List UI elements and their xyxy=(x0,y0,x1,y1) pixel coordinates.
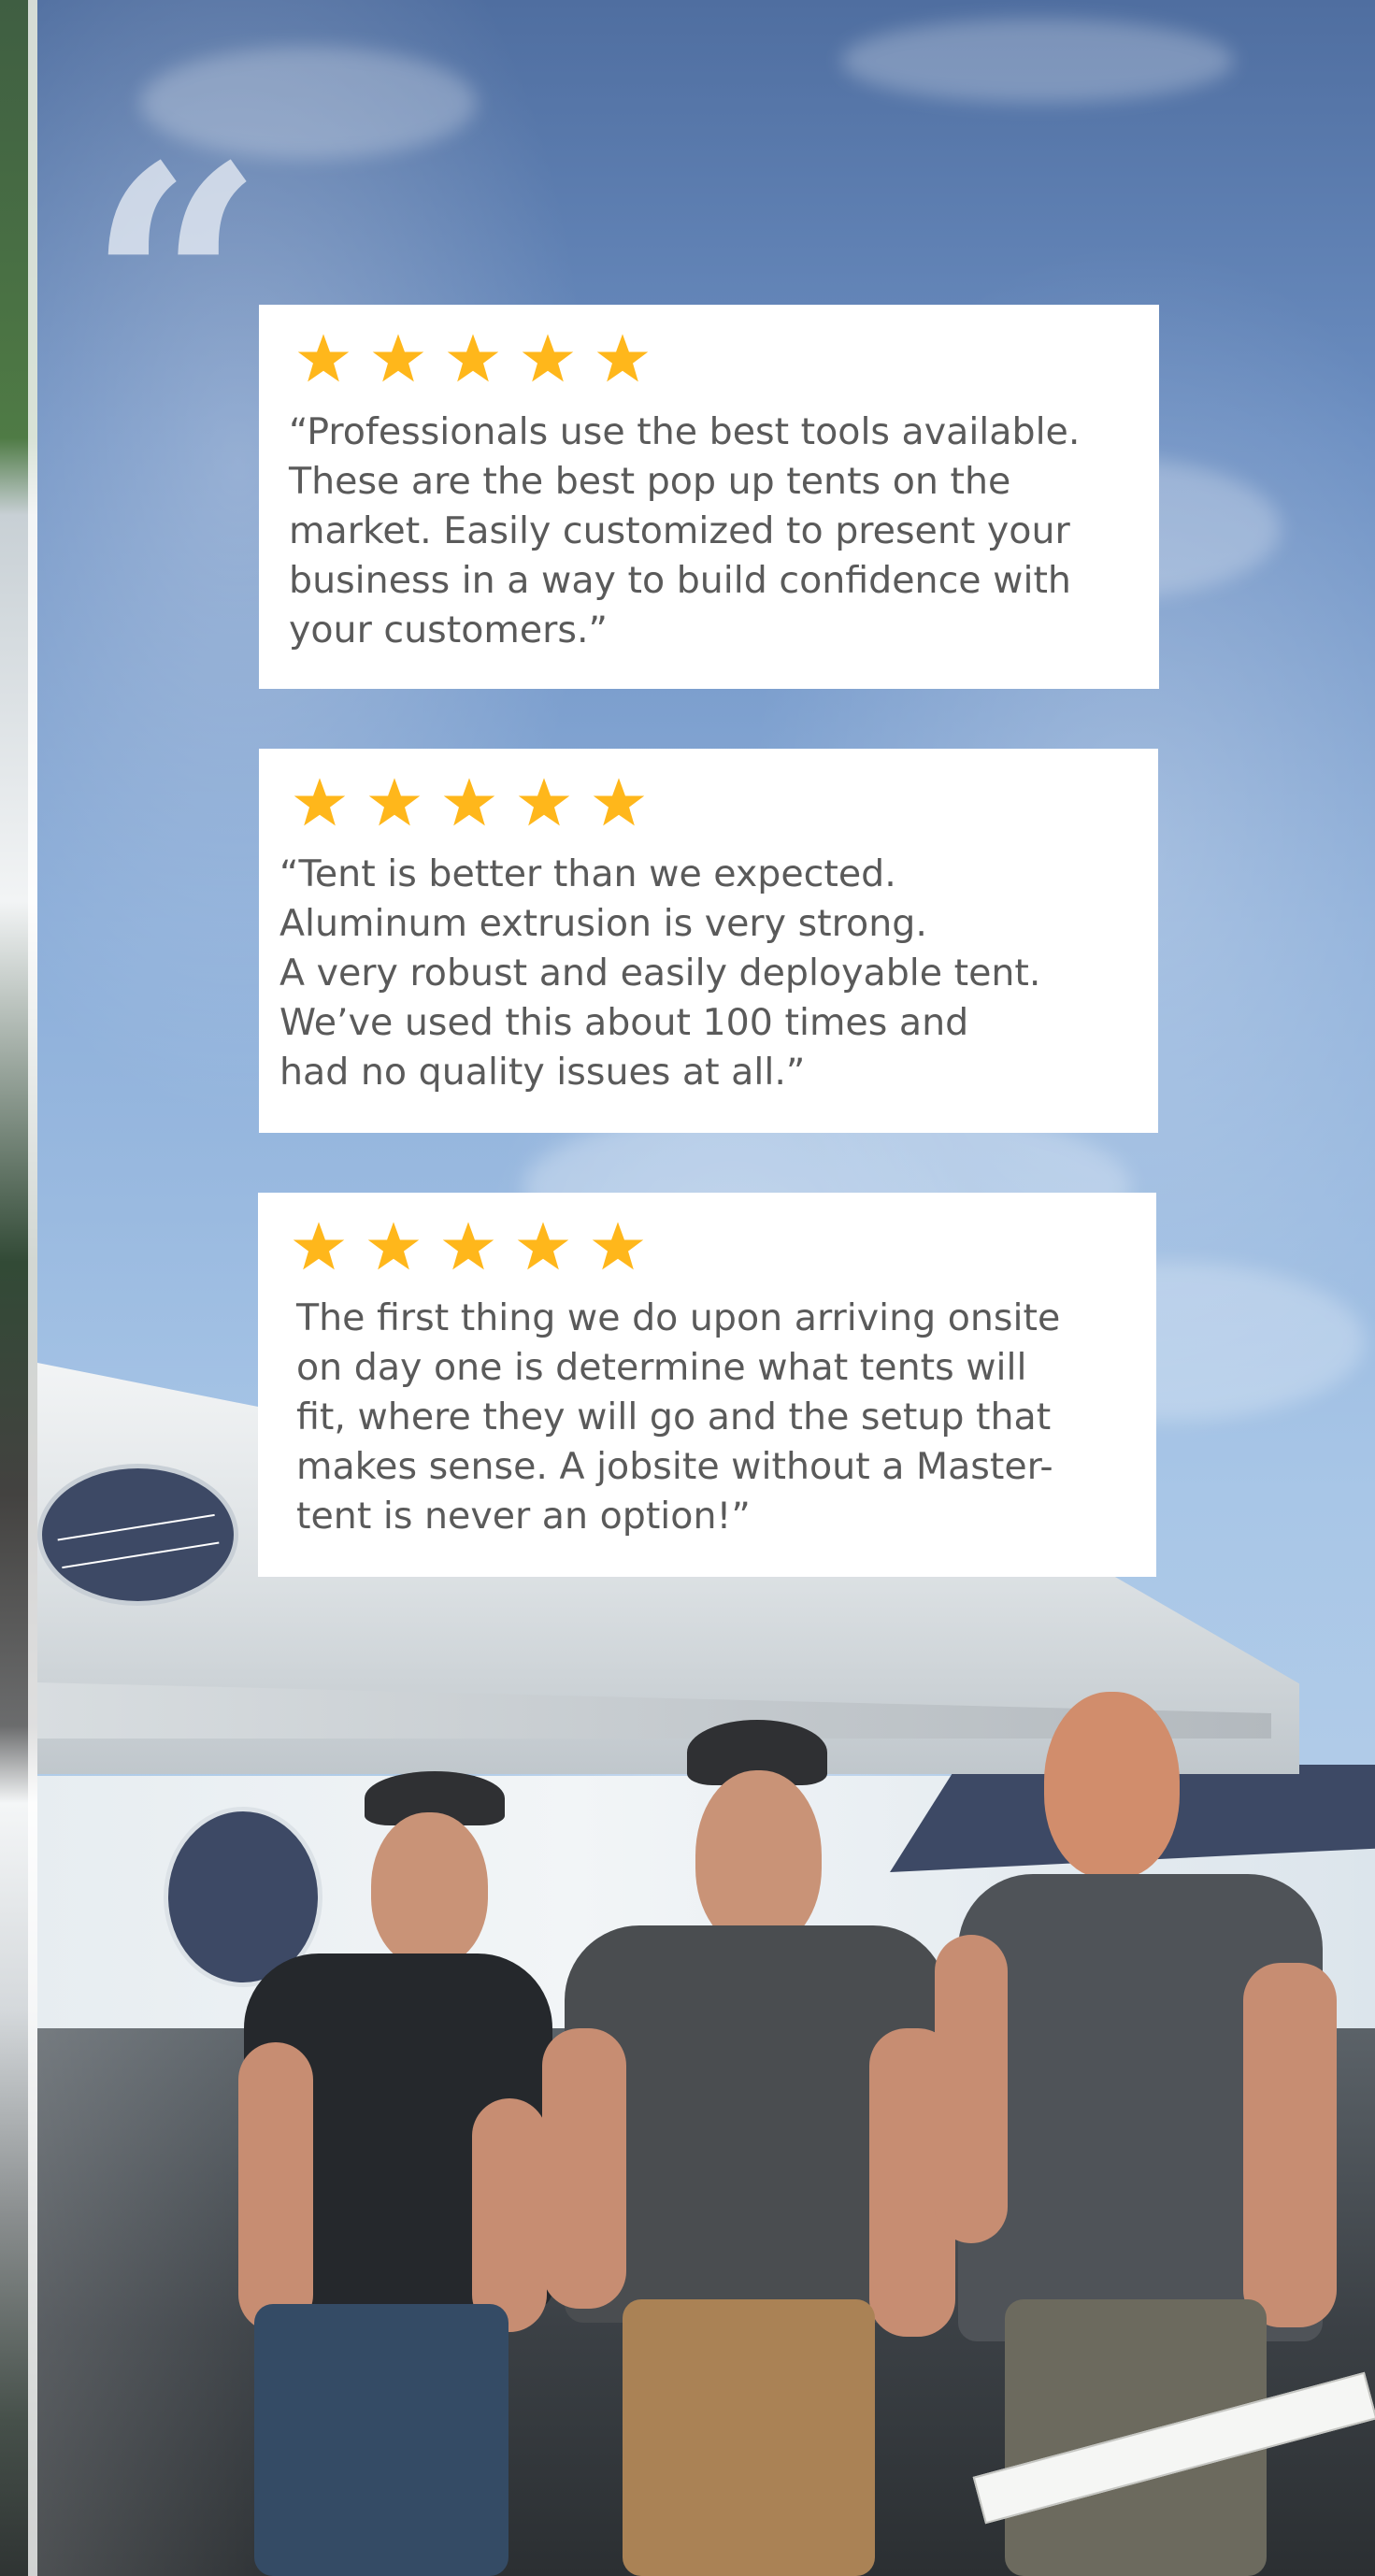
right-arm xyxy=(1243,1963,1337,2327)
jeans xyxy=(254,2304,508,2576)
testimonial-page: “ “Professionals use the best tools avai… xyxy=(0,0,1375,2576)
star-icon xyxy=(294,778,346,826)
left-strip-divider xyxy=(28,0,37,2576)
rating-stars xyxy=(293,776,646,832)
star-icon xyxy=(367,1222,420,1270)
star-icon xyxy=(447,334,499,382)
cloud-shape xyxy=(841,19,1234,103)
review-text: “Professionals use the best tools availa… xyxy=(289,410,1081,651)
review-card-2: “Tent is better than we expected. Alumin… xyxy=(259,749,1158,1133)
left-arm xyxy=(935,1935,1008,2243)
star-icon xyxy=(522,334,574,382)
worker-center xyxy=(533,1720,972,2576)
left-arm xyxy=(238,2042,313,2332)
face xyxy=(1044,1692,1180,1879)
star-icon xyxy=(442,1222,494,1270)
star-icon xyxy=(596,334,649,382)
star-icon xyxy=(592,1222,644,1270)
worker-left xyxy=(173,1771,556,2576)
face xyxy=(695,1770,822,1948)
star-icon xyxy=(368,778,421,826)
star-icon xyxy=(443,778,495,826)
star-icon xyxy=(372,334,424,382)
review-card-3: The first thing we do upon arriving onsi… xyxy=(258,1193,1156,1577)
review-text: “Tent is better than we expected. Alumin… xyxy=(279,852,1041,1094)
star-icon xyxy=(297,334,350,382)
star-icon xyxy=(518,778,570,826)
tent-logo-badge xyxy=(37,1464,238,1606)
review-card-1: “Professionals use the best tools availa… xyxy=(259,305,1159,689)
work-pants xyxy=(623,2299,875,2576)
review-text: The first thing we do upon arriving onsi… xyxy=(296,1296,1061,1538)
star-icon xyxy=(293,1222,345,1270)
star-icon xyxy=(517,1222,569,1270)
star-icon xyxy=(593,778,645,826)
rating-stars xyxy=(296,332,650,388)
left-arm xyxy=(542,2028,626,2309)
face xyxy=(371,1812,488,1967)
rating-stars xyxy=(292,1220,645,1276)
